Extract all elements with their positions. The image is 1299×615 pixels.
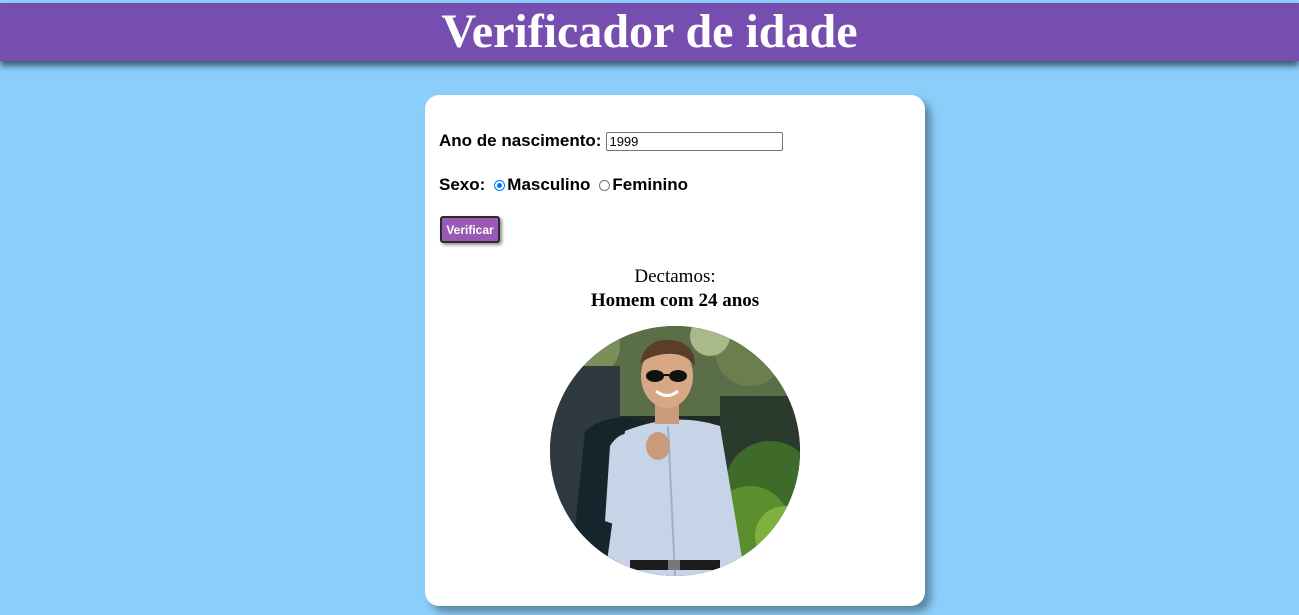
result-area: Dectamos: Homem com 24 anos [425,265,925,313]
radio-feminino[interactable] [599,179,611,191]
sex-row: Sexo: Masculino Feminino [439,175,688,195]
birth-year-row: Ano de nascimento: [439,131,784,151]
sex-label: Sexo: [439,175,486,194]
birth-year-input[interactable] [606,131,784,151]
verifier-card: Ano de nascimento: Sexo: Masculino Femin… [425,95,925,606]
birth-year-label: Ano de nascimento: [439,131,602,150]
radio-masculino[interactable] [494,179,506,191]
result-intro: Dectamos: [634,266,716,287]
man-portrait-photo [550,326,800,576]
verify-button[interactable]: Verificar [440,216,500,243]
result-message: Homem com 24 anos [590,290,760,311]
radio-feminino-label[interactable]: Feminino [612,175,688,195]
radio-masculino-label[interactable]: Masculino [507,175,590,195]
header-bar: Verificador de idade [0,3,1299,61]
page-title: Verificador de idade [441,5,858,58]
